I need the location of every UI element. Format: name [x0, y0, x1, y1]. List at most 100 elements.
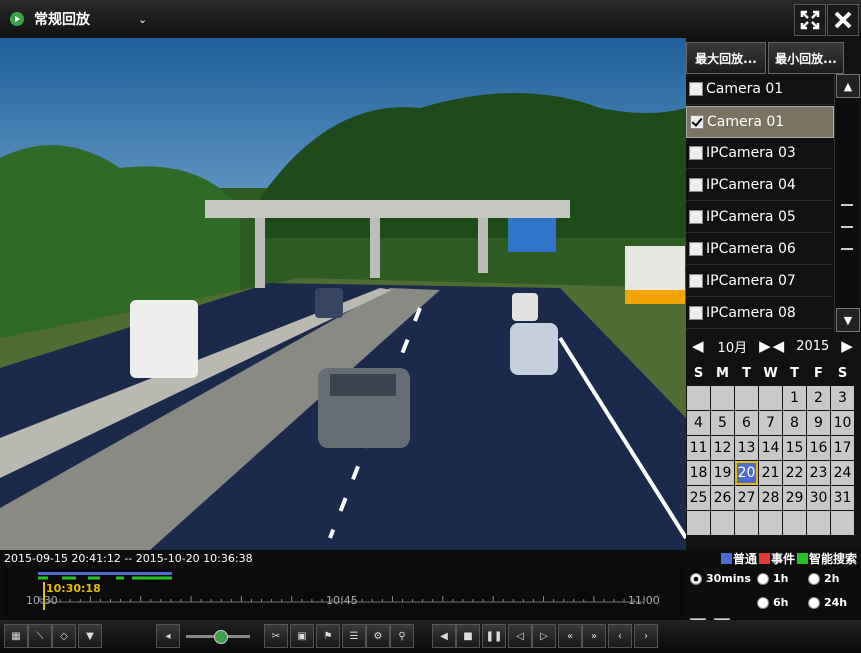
- calendar-day[interactable]: 10: [831, 411, 854, 435]
- calendar-day[interactable]: 15: [783, 436, 806, 460]
- scroll-up-button[interactable]: ▲: [836, 74, 860, 98]
- calendar-day[interactable]: 11: [687, 436, 710, 460]
- calendar-day-empty: [735, 386, 758, 410]
- line-tool-icon[interactable]: ⟍: [28, 624, 52, 648]
- diamond-icon[interactable]: ◇: [52, 624, 76, 648]
- prev-year-icon[interactable]: ◀: [773, 337, 785, 355]
- calendar-day[interactable]: 29: [783, 486, 806, 510]
- snapshot-icon[interactable]: ▣: [290, 624, 314, 648]
- calendar-day[interactable]: 19: [711, 461, 734, 485]
- calendar-day[interactable]: 28: [759, 486, 782, 510]
- camera-item-selected[interactable]: Camera 01: [686, 106, 834, 138]
- camera-item[interactable]: IPCamera 05: [686, 202, 832, 233]
- camera-item[interactable]: IPCamera 03: [686, 138, 832, 169]
- legend-smart-search: 智能搜索: [796, 550, 857, 567]
- playback-controls: 2015-09-15 20:41:12 -- 2015-10-20 10:36:…: [0, 550, 861, 653]
- calendar-day[interactable]: 6: [735, 411, 758, 435]
- pause-icon[interactable]: ❚❚: [482, 624, 506, 648]
- clip-icon[interactable]: ✂: [264, 624, 288, 648]
- calendar-day[interactable]: 23: [807, 461, 830, 485]
- calendar-day[interactable]: 25: [687, 486, 710, 510]
- radio-icon: [808, 572, 820, 585]
- stop-icon[interactable]: ■: [456, 624, 480, 648]
- next-year-icon[interactable]: ▶: [841, 337, 853, 355]
- camera-item[interactable]: IPCamera 06: [686, 234, 832, 265]
- camera-checkbox[interactable]: [689, 242, 703, 256]
- calendar-day[interactable]: 9: [807, 411, 830, 435]
- zoom-24h[interactable]: 24h: [808, 596, 847, 609]
- calendar-day[interactable]: 14: [759, 436, 782, 460]
- calendar-day[interactable]: 21: [759, 461, 782, 485]
- prev-month-icon[interactable]: ◀: [692, 337, 704, 355]
- calendar-day[interactable]: 30: [807, 486, 830, 510]
- step-forward-icon[interactable]: ▷: [532, 624, 556, 648]
- camera-checkbox[interactable]: [689, 178, 703, 192]
- calendar-day[interactable]: 13: [735, 436, 758, 460]
- video-playback-view[interactable]: [0, 38, 686, 550]
- calendar-day[interactable]: 5: [711, 411, 734, 435]
- next-month-icon[interactable]: ▶: [759, 337, 771, 355]
- slow-forward-icon[interactable]: «: [558, 624, 582, 648]
- calendar-day[interactable]: 8: [783, 411, 806, 435]
- calendar-day[interactable]: 26: [711, 486, 734, 510]
- camera-list-scrollbar[interactable]: ▲ ▼: [834, 74, 860, 332]
- chevron-down-icon[interactable]: ⌄: [138, 13, 147, 26]
- filter-icon[interactable]: ▼: [78, 624, 102, 648]
- calendar-day[interactable]: 1: [783, 386, 806, 410]
- camera-checkbox-checked[interactable]: [690, 115, 704, 129]
- fullscreen-button[interactable]: [794, 4, 826, 36]
- camera-item[interactable]: IPCamera 04: [686, 170, 832, 201]
- calendar-day[interactable]: 4: [687, 411, 710, 435]
- gear-icon[interactable]: ⚙: [366, 624, 390, 648]
- calendar-day[interactable]: 18: [687, 461, 710, 485]
- camera-checkbox[interactable]: [689, 306, 703, 320]
- calendar-day[interactable]: 7: [759, 411, 782, 435]
- calendar-day[interactable]: 3: [831, 386, 854, 410]
- volume-icon[interactable]: ◂: [156, 624, 180, 648]
- close-button[interactable]: [827, 4, 859, 36]
- calendar-weekday: S: [693, 365, 704, 381]
- scroll-grip[interactable]: [841, 226, 853, 228]
- scroll-grip[interactable]: [841, 248, 853, 250]
- calendar-day-empty: [711, 511, 734, 535]
- calendar-day[interactable]: 17: [831, 436, 854, 460]
- zoom-2h[interactable]: 2h: [808, 572, 840, 585]
- calendar-day[interactable]: 16: [807, 436, 830, 460]
- volume-slider-handle[interactable]: [214, 630, 228, 644]
- previous-icon[interactable]: ‹: [608, 624, 632, 648]
- camera-item[interactable]: Camera 01: [686, 74, 832, 105]
- calendar-day[interactable]: 2: [807, 386, 830, 410]
- calendar-day[interactable]: 31: [831, 486, 854, 510]
- timeline-tick-label: 10:30: [26, 594, 58, 607]
- calendar-day[interactable]: 20: [735, 461, 758, 485]
- calendar-day[interactable]: 12: [711, 436, 734, 460]
- step-back-icon[interactable]: ◁: [508, 624, 532, 648]
- camera-item[interactable]: IPCamera 08: [686, 298, 832, 329]
- zoom-6h[interactable]: 6h: [757, 596, 789, 609]
- camera-checkbox[interactable]: [689, 146, 703, 160]
- zoom-1h[interactable]: 1h: [757, 572, 789, 585]
- camera-item[interactable]: IPCamera 07: [686, 266, 832, 297]
- zoom-search-icon[interactable]: ⚲: [390, 624, 414, 648]
- camera-checkbox[interactable]: [689, 210, 703, 224]
- playback-mode-selector[interactable]: 常规回放 ⌄: [10, 9, 147, 29]
- next-icon[interactable]: ›: [634, 624, 658, 648]
- calendar-day[interactable]: 22: [783, 461, 806, 485]
- zoom-30mins[interactable]: 30mins: [690, 572, 751, 585]
- camera-checkbox[interactable]: [689, 274, 703, 288]
- camera-checkbox[interactable]: [689, 82, 703, 96]
- list-icon[interactable]: ☰: [342, 624, 366, 648]
- max-playback-button[interactable]: 最大回放...: [686, 42, 766, 74]
- grid-select-icon[interactable]: ▦: [4, 624, 28, 648]
- calendar-day-empty: [807, 511, 830, 535]
- calendar-day[interactable]: 27: [735, 486, 758, 510]
- scroll-grip[interactable]: [841, 204, 853, 206]
- calendar-weekday: F: [814, 365, 823, 381]
- tag-icon[interactable]: ⚑: [316, 624, 340, 648]
- fast-forward-icon[interactable]: »: [582, 624, 606, 648]
- reverse-play-icon[interactable]: ◀: [432, 624, 456, 648]
- calendar-day[interactable]: 24: [831, 461, 854, 485]
- scroll-down-button[interactable]: ▼: [836, 308, 860, 332]
- min-playback-button[interactable]: 最小回放...: [768, 42, 844, 74]
- calendar-day-empty: [687, 386, 710, 410]
